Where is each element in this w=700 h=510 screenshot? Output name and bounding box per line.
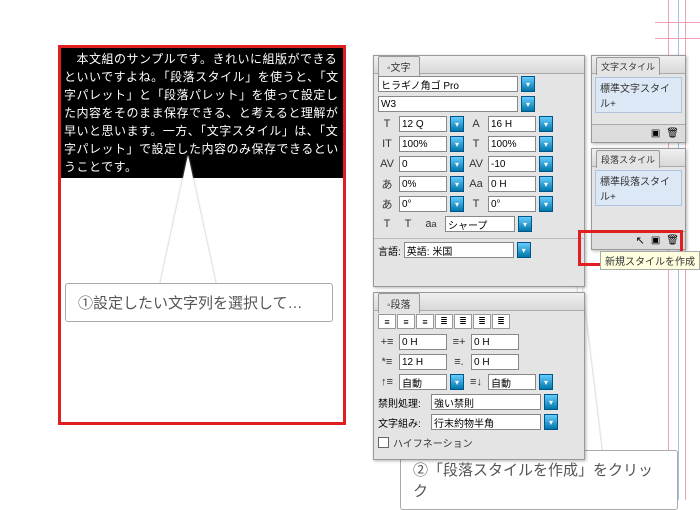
indent-left-field[interactable]: 0 H — [399, 334, 447, 350]
font-size-dd[interactable]: ▾ — [450, 116, 464, 132]
mojikumi-field[interactable]: 行末約物半角 — [431, 414, 541, 430]
rotate-dd[interactable]: ▾ — [539, 196, 553, 212]
para-styles-tabbar: 段落スタイル — [592, 149, 685, 167]
align-left-btn[interactable]: ≡ — [378, 314, 396, 329]
type-method-field[interactable]: シャープ — [445, 216, 515, 232]
baseline-dd[interactable]: ▾ — [539, 176, 553, 192]
font-family-field[interactable]: ヒラギノ角ゴ Pro — [378, 76, 518, 92]
first-line-field[interactable]: 12 H — [399, 354, 447, 370]
hyphenate-checkbox[interactable] — [378, 437, 389, 448]
tracking-icon: AV — [467, 156, 485, 172]
font-weight-field[interactable]: W3 — [378, 96, 518, 112]
indent-right-field[interactable]: 0 H — [471, 334, 519, 350]
leading-icon: A — [467, 116, 485, 132]
drop-field[interactable]: 0 H — [471, 354, 519, 370]
rotate-field[interactable]: 0° — [488, 196, 536, 212]
justify-right-btn[interactable]: ≣ — [473, 314, 491, 329]
hscale-icon: IT — [378, 136, 396, 152]
kinsoku-label: 禁則処理: — [378, 395, 428, 410]
skew-dd[interactable]: ▾ — [450, 196, 464, 212]
paragraph-panel[interactable]: ◦段落 ≡ ≡ ≡ ≣ ≣ ≣ ≣ +≡ 0 H ≡+ 0 H *≡ 12 H … — [373, 292, 585, 460]
leading-dd[interactable]: ▾ — [539, 116, 553, 132]
font-size-field[interactable]: 12 Q — [399, 116, 447, 132]
tracking-dd[interactable]: ▾ — [539, 156, 553, 172]
new-char-style-icon[interactable]: ▣ — [651, 128, 660, 139]
aa-icon: aa — [420, 216, 442, 232]
hyphenate-label: ハイフネーション — [393, 435, 473, 450]
hscale-field[interactable]: 100% — [399, 136, 447, 152]
baseline-field[interactable]: 0 H — [488, 176, 536, 192]
language-field[interactable]: 英語: 米国 — [404, 242, 514, 258]
font-weight-dropdown[interactable]: ▾ — [521, 96, 535, 112]
char-style-default[interactable]: 標準文字スタイル+ — [595, 77, 682, 113]
para-style-default[interactable]: 標準段落スタイル+ — [595, 170, 682, 206]
mojikumi-dd[interactable]: ▾ — [544, 414, 558, 430]
t-icon: T — [378, 216, 396, 232]
para-panel-tab[interactable]: ◦段落 — [378, 293, 420, 313]
first-line-icon: *≡ — [378, 354, 396, 370]
indent-right-icon: ≡+ — [450, 334, 468, 350]
kinsoku-field[interactable]: 強い禁則 — [431, 394, 541, 410]
hscale-dd[interactable]: ▾ — [450, 136, 464, 152]
justify-all-btn[interactable]: ≣ — [492, 314, 510, 329]
font-family-dropdown[interactable]: ▾ — [521, 76, 535, 92]
tsume-field[interactable]: 0% — [399, 176, 447, 192]
align-center-btn[interactable]: ≡ — [397, 314, 415, 329]
char-panel-tabbar: ◦文字 — [374, 56, 584, 74]
kern-icon: AV — [378, 156, 396, 172]
alignment-row: ≡ ≡ ≡ ≣ ≣ ≣ ≣ — [374, 311, 584, 332]
after-dd[interactable]: ▾ — [539, 374, 553, 390]
skew-field[interactable]: 0° — [399, 196, 447, 212]
chevron-down-icon: ▾ — [526, 80, 530, 89]
vscale-field[interactable]: 100% — [488, 136, 536, 152]
size-icon: T — [378, 116, 396, 132]
tsume-dd[interactable]: ▾ — [450, 176, 464, 192]
mojikumi-label: 文字組み: — [378, 415, 428, 430]
character-panel[interactable]: ◦文字 ヒラギノ角ゴ Pro ▾ W3 ▾ T 12 Q ▾ A 16 H ▾ … — [373, 55, 585, 287]
para-panel-tabbar: ◦段落 — [374, 293, 584, 311]
kern-field[interactable]: 0 — [399, 156, 447, 172]
indent-left-icon: +≡ — [378, 334, 396, 350]
before-icon: ↑≡ — [378, 374, 396, 390]
type-method-dd[interactable]: ▾ — [518, 216, 532, 232]
tracking-field[interactable]: -10 — [488, 156, 536, 172]
callout-step1-text: ①設定したい文字列を選択して… — [78, 295, 303, 312]
char-styles-tabbar: 文字スタイル — [592, 56, 685, 74]
skew-icon: あ — [378, 196, 396, 212]
baseline-icon: Aa — [467, 176, 485, 192]
callout-step1: ①設定したい文字列を選択して… — [65, 283, 333, 322]
justify-left-btn[interactable]: ≣ — [435, 314, 453, 329]
after-field[interactable]: 自動 — [488, 374, 536, 390]
callout1-leader — [160, 155, 216, 285]
after-icon: ≡↓ — [467, 374, 485, 390]
language-label: 言語: — [378, 243, 401, 258]
chevron-down-icon: ▾ — [526, 100, 530, 109]
vscale-dd[interactable]: ▾ — [539, 136, 553, 152]
kern-dd[interactable]: ▾ — [450, 156, 464, 172]
rotate-icon: T — [467, 196, 485, 212]
drop-icon: ≡. — [450, 354, 468, 370]
vscale-icon: T — [467, 136, 485, 152]
t2-icon: T — [399, 216, 417, 232]
tsume-icon: あ — [378, 176, 396, 192]
leading-field[interactable]: 16 H — [488, 116, 536, 132]
char-styles-tab[interactable]: 文字スタイル — [596, 57, 660, 75]
character-styles-panel[interactable]: 文字スタイル 標準文字スタイル+ ▣ 🗑 — [591, 55, 686, 143]
para-styles-tab[interactable]: 段落スタイル — [596, 150, 660, 168]
char-panel-tab[interactable]: ◦文字 — [378, 56, 420, 76]
callout-step2-text: ②「段落スタイルを作成」をクリック — [413, 462, 653, 500]
before-field[interactable]: 自動 — [399, 374, 447, 390]
delete-char-style-icon[interactable]: 🗑 — [666, 128, 679, 139]
new-style-tooltip: 新規スタイルを作成 — [600, 251, 700, 270]
before-dd[interactable]: ▾ — [450, 374, 464, 390]
justify-center-btn[interactable]: ≣ — [454, 314, 472, 329]
kinsoku-dd[interactable]: ▾ — [544, 394, 558, 410]
align-right-btn[interactable]: ≡ — [416, 314, 434, 329]
language-dd[interactable]: ▾ — [517, 242, 531, 258]
